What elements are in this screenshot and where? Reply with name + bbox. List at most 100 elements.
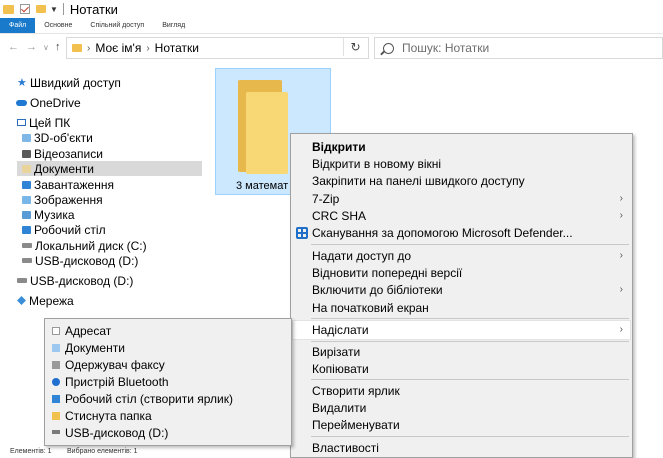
usb-drive-icon bbox=[52, 430, 60, 434]
up-arrow-icon[interactable]: ↑ bbox=[55, 41, 61, 53]
title-bar: ▼ Нотатки bbox=[0, 0, 663, 18]
bluetooth-icon bbox=[52, 378, 60, 386]
search-placeholder: Пошук: Нотатки bbox=[402, 41, 490, 55]
nav-this-pc[interactable]: Цей ПК bbox=[17, 115, 70, 130]
usb-drive-icon bbox=[17, 278, 27, 283]
nav-local-disk[interactable]: Локальний диск (C:) bbox=[22, 238, 147, 253]
menu-item-defender-scan[interactable]: Сканування за допомогою Microsoft Defend… bbox=[312, 224, 573, 241]
nav-documents[interactable]: Документи bbox=[17, 161, 202, 176]
nav-3d-objects[interactable]: 3D-об'єкти bbox=[22, 130, 93, 145]
menu-item-delete[interactable]: Видалити bbox=[312, 399, 366, 416]
menu-separator bbox=[311, 341, 629, 342]
menu-item-properties[interactable]: Властивості bbox=[312, 439, 379, 456]
send-to-submenu: Адресат Документи Одержувач факсу Пристр… bbox=[44, 318, 292, 446]
nav-downloads[interactable]: Завантаження bbox=[22, 177, 114, 192]
chevron-right-icon[interactable]: › bbox=[87, 43, 90, 54]
menu-item-include-library[interactable]: Включити до бібліотеки › bbox=[312, 281, 630, 298]
nav-usb-drive[interactable]: USB-дисковод (D:) bbox=[22, 253, 138, 268]
sendto-item-fax[interactable]: Одержувач факсу bbox=[65, 356, 165, 373]
sendto-item-zip-folder[interactable]: Стиснута папка bbox=[65, 407, 152, 424]
menu-item-restore-versions[interactable]: Відновити попередні версії bbox=[312, 264, 462, 281]
nav-videos[interactable]: Відеозаписи bbox=[22, 146, 103, 161]
new-folder-icon[interactable] bbox=[36, 5, 46, 13]
menu-separator bbox=[311, 244, 629, 245]
documents-icon bbox=[52, 344, 60, 352]
menu-item-give-access[interactable]: Надати доступ до › bbox=[312, 247, 630, 264]
chevron-right-icon: › bbox=[619, 193, 623, 204]
pictures-folder-icon bbox=[22, 195, 31, 204]
chevron-right-icon: › bbox=[619, 210, 623, 221]
usb-drive-icon bbox=[22, 258, 32, 263]
objects3d-icon bbox=[22, 133, 31, 142]
back-arrow-icon[interactable]: ← bbox=[8, 41, 19, 53]
chevron-right-icon: › bbox=[619, 324, 623, 335]
menu-item-crc-sha[interactable]: CRC SHA › bbox=[312, 207, 630, 224]
video-folder-icon bbox=[22, 149, 31, 158]
status-items-count: Елементів: 1 bbox=[10, 448, 52, 455]
menu-item-pin-start[interactable]: На початковий екран bbox=[312, 299, 429, 316]
menu-item-open-new-window[interactable]: Відкрити в новому вікні bbox=[312, 155, 441, 172]
drive-icon bbox=[22, 243, 32, 248]
sendto-item-recipient[interactable]: Адресат bbox=[65, 322, 111, 339]
documents-folder-icon bbox=[22, 164, 31, 173]
menu-separator bbox=[311, 318, 629, 319]
sendto-item-usb-drive[interactable]: USB-дисковод (D:) bbox=[65, 424, 168, 441]
nav-desktop[interactable]: Робочий стіл bbox=[22, 222, 106, 237]
address-row: ← → ∨ ↑ › Моє ім'я › Нотатки ↻ Пошук: Но… bbox=[0, 34, 663, 61]
sendto-item-desktop-shortcut[interactable]: Робочий стіл (створити ярлик) bbox=[65, 390, 233, 407]
address-bar[interactable]: › Моє ім'я › Нотатки bbox=[66, 37, 369, 59]
tab-file[interactable]: Файл bbox=[0, 18, 36, 33]
menu-separator bbox=[311, 436, 629, 437]
folder-icon bbox=[3, 4, 14, 14]
zip-folder-icon bbox=[52, 412, 60, 420]
cloud-icon bbox=[16, 99, 27, 106]
folder-icon bbox=[72, 44, 82, 52]
sendto-item-bluetooth[interactable]: Пристрій Bluetooth bbox=[65, 373, 169, 390]
search-input[interactable]: Пошук: Нотатки bbox=[374, 37, 663, 59]
chevron-right-icon: › bbox=[619, 250, 623, 261]
menu-item-7zip[interactable]: 7-Zip › bbox=[312, 190, 630, 207]
menu-item-pin-quick-access[interactable]: Закріпити на панелі швидкого доступу bbox=[312, 172, 525, 189]
network-icon bbox=[17, 296, 26, 305]
nav-music[interactable]: Музика bbox=[22, 207, 75, 222]
fax-icon bbox=[52, 361, 60, 369]
folder-icon-front bbox=[246, 92, 288, 174]
chevron-right-icon: › bbox=[619, 284, 623, 295]
menu-item-send-to[interactable]: Надіслати › bbox=[312, 321, 630, 338]
tab-view[interactable]: Вигляд bbox=[153, 18, 194, 33]
refresh-icon[interactable]: ↻ bbox=[343, 38, 367, 56]
star-icon: ★ bbox=[17, 77, 27, 89]
nav-pictures[interactable]: Зображення bbox=[22, 192, 103, 207]
desktop-folder-icon bbox=[22, 225, 31, 234]
menu-item-open[interactable]: Відкрити bbox=[312, 138, 366, 155]
menu-item-copy[interactable]: Копіювати bbox=[312, 360, 369, 377]
menu-item-cut[interactable]: Вирізати bbox=[312, 343, 360, 360]
nav-quick-access[interactable]: ★ Швидкий доступ bbox=[17, 75, 121, 90]
desktop-icon bbox=[52, 395, 60, 403]
recipient-icon bbox=[52, 327, 60, 335]
chevron-right-icon[interactable]: › bbox=[146, 43, 149, 54]
forward-arrow-icon[interactable]: → bbox=[26, 41, 37, 53]
tab-home[interactable]: Основне bbox=[35, 18, 81, 33]
status-selected-count: Вибрано елементів: 1 bbox=[67, 448, 138, 455]
music-folder-icon bbox=[22, 210, 31, 219]
menu-separator bbox=[311, 379, 629, 380]
context-menu: Відкрити Відкрити в новому вікні Закріпи… bbox=[290, 133, 633, 458]
quick-access-dropdown-icon[interactable]: ▼ bbox=[50, 5, 58, 14]
menu-item-create-shortcut[interactable]: Створити ярлик bbox=[312, 382, 400, 399]
tab-share[interactable]: Спільний доступ bbox=[81, 18, 153, 33]
folder-item-label: 3 математ bbox=[236, 180, 289, 192]
breadcrumb-user[interactable]: Моє ім'я bbox=[95, 41, 141, 55]
search-icon bbox=[383, 42, 394, 54]
defender-icon bbox=[296, 227, 308, 239]
nav-usb-drive-root[interactable]: USB-дисковод (D:) bbox=[17, 273, 133, 288]
window-title: Нотатки bbox=[69, 1, 118, 17]
breadcrumb-current[interactable]: Нотатки bbox=[155, 41, 199, 55]
nav-network[interactable]: Мережа bbox=[17, 293, 74, 308]
nav-onedrive[interactable]: OneDrive bbox=[16, 95, 81, 110]
recent-dropdown-icon[interactable]: ∨ bbox=[43, 43, 49, 52]
sendto-item-documents[interactable]: Документи bbox=[65, 339, 125, 356]
properties-check-icon[interactable] bbox=[20, 4, 30, 14]
menu-item-rename[interactable]: Перейменувати bbox=[312, 416, 400, 433]
downloads-folder-icon bbox=[22, 180, 31, 189]
